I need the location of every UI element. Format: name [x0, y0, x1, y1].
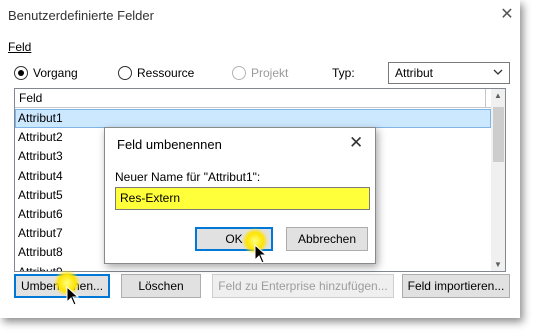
- mouse-cursor-icon: [66, 286, 80, 306]
- radio-projekt-indicator: [232, 66, 246, 80]
- radio-projekt-label: Projekt: [251, 66, 289, 80]
- cancel-button[interactable]: Abbrechen: [286, 227, 368, 251]
- column-separator[interactable]: [485, 89, 486, 107]
- list-item[interactable]: Attribut1: [15, 109, 491, 129]
- importieren-button[interactable]: Feld importieren...: [402, 274, 510, 298]
- enterprise-button: Feld zu Enterprise hinzufügen...: [212, 274, 394, 298]
- dialog-close-icon[interactable]: ✕: [349, 133, 363, 153]
- scroll-down-icon[interactable]: ▼: [494, 260, 502, 269]
- list-column-header[interactable]: Feld: [15, 89, 491, 108]
- new-name-label: Neuer Name für "Attribut1":: [115, 170, 261, 184]
- mouse-cursor-icon: [254, 244, 268, 264]
- radio-vorgang-label: Vorgang: [33, 66, 78, 80]
- typ-label: Typ:: [332, 66, 355, 80]
- new-name-input[interactable]: Res-Extern: [115, 187, 370, 210]
- radio-projekt: Projekt: [232, 65, 288, 81]
- radio-vorgang[interactable]: Vorgang: [14, 65, 78, 81]
- radio-vorgang-indicator[interactable]: [14, 66, 28, 80]
- list-header-label: Feld: [19, 91, 43, 105]
- window-title: Benutzerdefinierte Felder: [8, 8, 154, 23]
- typ-dropdown[interactable]: Attribut: [388, 62, 510, 84]
- chevron-down-icon: [493, 65, 503, 82]
- list-scrollbar[interactable]: ▲ ▼: [491, 89, 505, 271]
- custom-fields-window: Benutzerdefinierte Felder ✕ Feld Vorgang…: [0, 0, 520, 318]
- feld-group-label: Feld: [8, 40, 32, 54]
- loeschen-button[interactable]: Löschen: [121, 274, 201, 298]
- rename-field-dialog: Feld umbenennen ✕ Neuer Name für "Attrib…: [104, 127, 376, 264]
- dialog-title: Feld umbenennen: [117, 137, 222, 152]
- radio-ressource[interactable]: Ressource: [118, 65, 194, 81]
- typ-dropdown-value: Attribut: [395, 66, 434, 80]
- window-close-icon[interactable]: ✕: [497, 4, 517, 24]
- scroll-up-icon[interactable]: ▲: [494, 91, 502, 100]
- scrollbar-thumb[interactable]: [493, 107, 504, 162]
- radio-ressource-label: Ressource: [137, 66, 195, 80]
- radio-ressource-indicator[interactable]: [118, 66, 132, 80]
